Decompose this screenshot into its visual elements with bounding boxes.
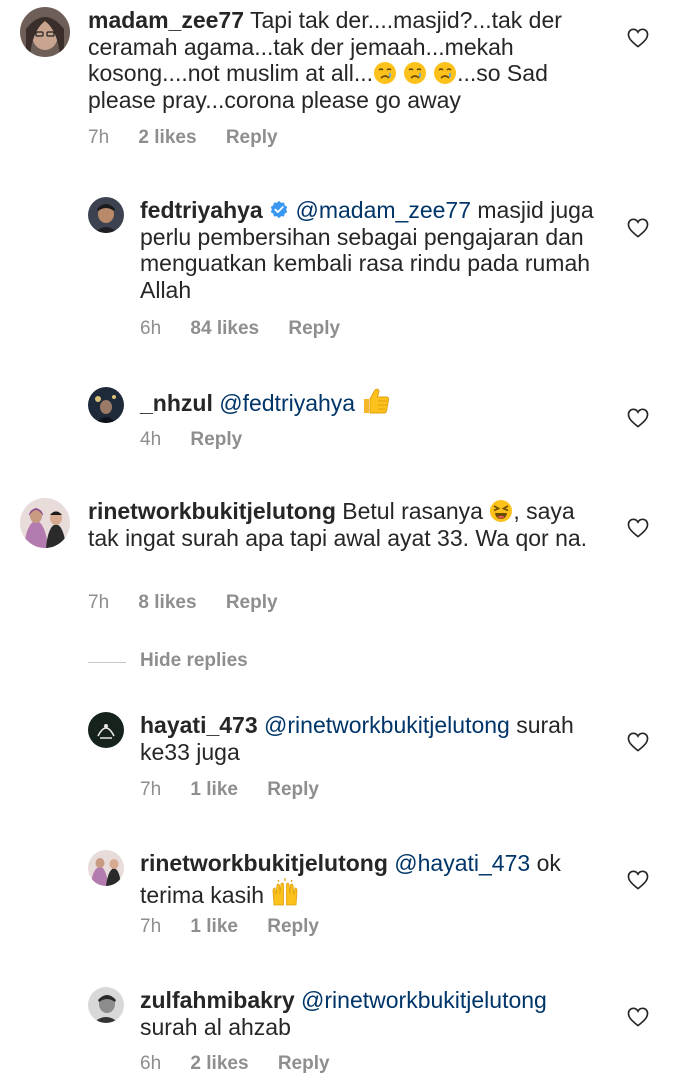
reply-button[interactable]: Reply <box>190 429 242 451</box>
verified-badge-icon <box>269 200 289 220</box>
comment-text: zulfahmibakry @rinetworkbukitjelutong su… <box>140 987 600 1040</box>
comment-meta: 4h Reply <box>140 429 242 451</box>
heart-outline-icon[interactable] <box>627 732 649 752</box>
comment-meta: 7h 2 likes Reply <box>88 127 278 149</box>
hide-replies-label: Hide replies <box>140 650 248 671</box>
comment-username[interactable]: rinetworkbukitjelutong <box>88 498 336 524</box>
avatar[interactable] <box>88 850 124 886</box>
comment-time: 7h <box>140 779 162 800</box>
mention-link[interactable]: @madam_zee77 <box>296 197 472 223</box>
avatar[interactable] <box>20 7 70 57</box>
comment-likes[interactable]: 8 likes <box>138 592 196 614</box>
raising-hands-emoji-icon <box>270 877 300 907</box>
avatar[interactable] <box>88 197 124 233</box>
heart-outline-icon[interactable] <box>627 870 649 890</box>
reply-button[interactable]: Reply <box>288 318 340 340</box>
comment-time: 4h <box>140 429 162 450</box>
comment-username[interactable]: zulfahmibakry <box>140 987 295 1013</box>
avatar[interactable] <box>88 987 124 1023</box>
comment-time: 7h <box>88 127 110 148</box>
comment-time: 7h <box>140 916 162 937</box>
comment-likes[interactable]: 1 like <box>190 916 238 938</box>
comment-username[interactable]: hayati_473 <box>140 712 258 738</box>
comment-time: 7h <box>88 592 110 613</box>
reply-button[interactable]: Reply <box>226 127 278 149</box>
avatar[interactable] <box>88 387 124 423</box>
avatar[interactable] <box>88 712 124 748</box>
comment-username[interactable]: madam_zee77 <box>88 7 244 33</box>
mention-link[interactable]: @fedtriyahya <box>219 390 355 416</box>
heart-outline-icon[interactable] <box>627 408 649 428</box>
laughing-face-emoji-icon <box>489 499 513 523</box>
comment-username[interactable]: fedtriyahya <box>140 197 263 223</box>
comment-body: Betul rasanya <box>342 498 483 524</box>
reply-button[interactable]: Reply <box>226 592 278 614</box>
comment-body: surah al ahzab <box>140 1013 291 1040</box>
comment-time: 6h <box>140 1053 162 1074</box>
heart-outline-icon[interactable] <box>627 218 649 238</box>
comment-meta: 7h 1 like Reply <box>140 916 319 938</box>
comment-likes[interactable]: 1 like <box>190 779 238 801</box>
comment-text: fedtriyahya @madam_zee77 masjid juga per… <box>140 197 600 303</box>
comment-time: 6h <box>140 318 162 339</box>
comment-likes[interactable]: 84 likes <box>190 318 259 340</box>
reply-button[interactable]: Reply <box>267 916 319 938</box>
mention-link[interactable]: @rinetworkbukitjelutong <box>301 987 547 1013</box>
comment-meta: 6h 84 likes Reply <box>140 318 340 340</box>
comment-text: rinetworkbukitjelutong @hayati_473 ok te… <box>140 850 600 908</box>
comment-username[interactable]: _nhzul <box>140 390 213 416</box>
comment-meta: 6h 2 likes Reply <box>140 1053 330 1075</box>
avatar[interactable] <box>20 498 70 548</box>
comment-text: rinetworkbukitjelutong Betul rasanya , s… <box>88 498 608 551</box>
comment-username[interactable]: rinetworkbukitjelutong <box>140 850 388 876</box>
comment-meta: 7h 1 like Reply <box>140 779 319 801</box>
comment-text: _nhzul @fedtriyahya <box>140 387 600 417</box>
mention-link[interactable]: @hayati_473 <box>394 850 530 876</box>
crying-face-emoji-icon <box>373 61 457 85</box>
comment-likes[interactable]: 2 likes <box>190 1053 248 1075</box>
hide-replies-divider <box>88 662 126 663</box>
mention-link[interactable]: @rinetworkbukitjelutong <box>264 712 510 738</box>
thumbs-up-emoji-icon <box>361 387 391 415</box>
reply-button[interactable]: Reply <box>267 779 319 801</box>
comment-text: madam_zee77 Tapi tak der....masjid?...ta… <box>88 7 608 113</box>
comment-likes[interactable]: 2 likes <box>138 127 196 149</box>
heart-outline-icon[interactable] <box>627 1007 649 1027</box>
comment-text: hayati_473 @rinetworkbukitjelutong surah… <box>140 712 600 765</box>
comment-meta: 7h 8 likes Reply <box>88 592 278 614</box>
reply-button[interactable]: Reply <box>278 1053 330 1075</box>
heart-outline-icon[interactable] <box>627 518 649 538</box>
heart-outline-icon[interactable] <box>627 28 649 48</box>
